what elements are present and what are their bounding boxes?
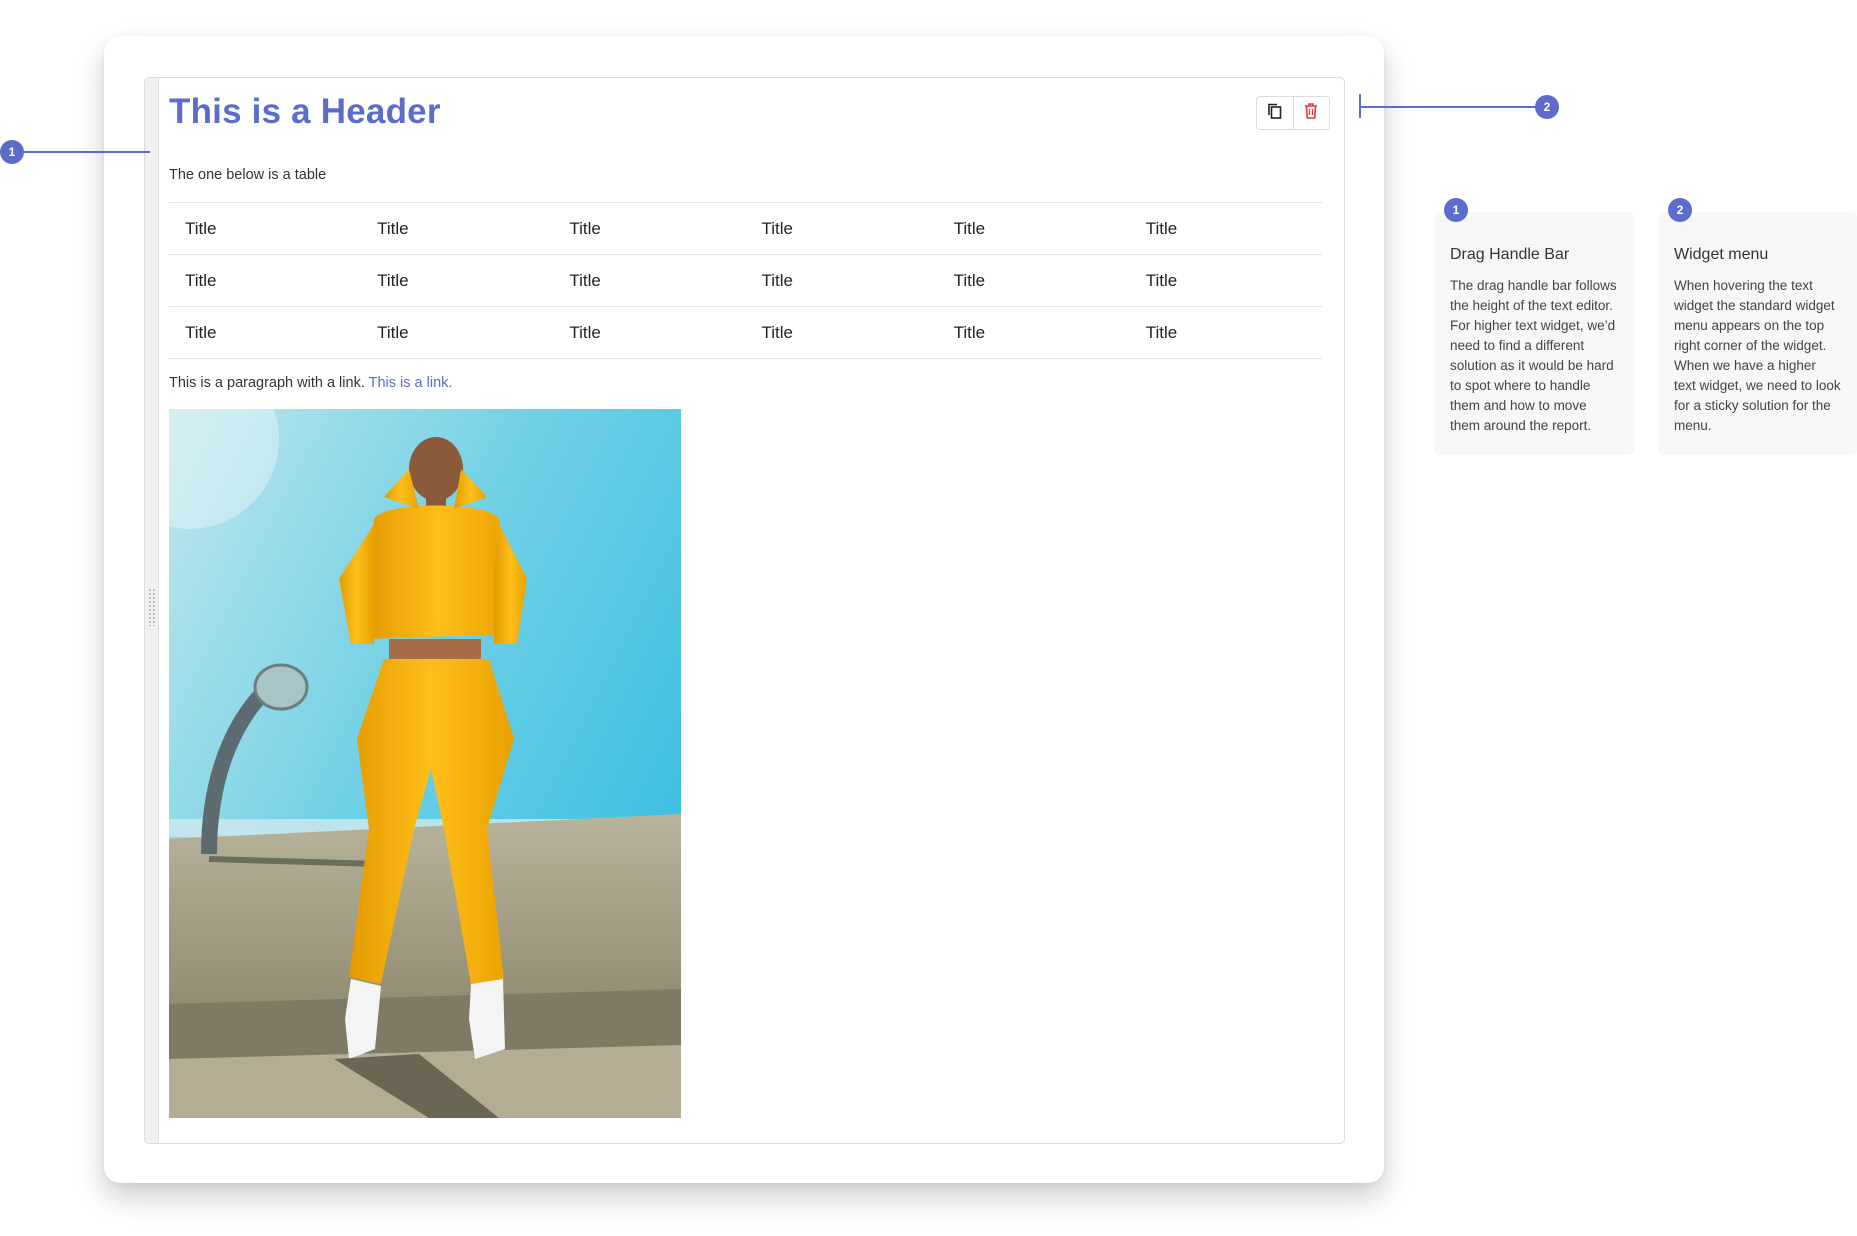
callout-badge-2: 2 xyxy=(1535,95,1559,119)
widget-header[interactable]: This is a Header xyxy=(169,92,441,132)
table-cell[interactable]: Title xyxy=(1129,306,1322,359)
table-cell[interactable]: Title xyxy=(745,254,938,307)
callout-badge-1: 1 xyxy=(0,140,24,164)
table-cell[interactable]: Title xyxy=(553,202,746,255)
table-row: Title Title Title Title Title Title xyxy=(169,306,1322,359)
callout-line-1 xyxy=(22,151,150,153)
table-cell[interactable]: Title xyxy=(169,306,362,359)
note-title: Drag Handle Bar xyxy=(1450,246,1570,263)
annotation-note-2: 2 Widget menu When hovering the text wid… xyxy=(1658,198,1857,455)
table-cell[interactable]: Title xyxy=(361,254,554,307)
table-cell[interactable]: Title xyxy=(1129,254,1322,307)
table-cell[interactable]: Title xyxy=(553,306,746,359)
table-cell[interactable]: Title xyxy=(361,202,554,255)
note-body: The drag handle bar follows the height o… xyxy=(1450,278,1617,433)
table-cell[interactable]: Title xyxy=(937,254,1130,307)
inline-link[interactable]: This is a link. xyxy=(369,375,453,391)
table-row: Title Title Title Title Title Title xyxy=(169,202,1322,255)
table-row: Title Title Title Title Title Title xyxy=(169,254,1322,307)
copy-button[interactable] xyxy=(1257,97,1293,129)
copy-icon xyxy=(1266,102,1284,125)
embedded-photo[interactable] xyxy=(169,409,681,1118)
table-cell[interactable]: Title xyxy=(553,254,746,307)
drag-handle-bar[interactable] xyxy=(145,78,159,1143)
paragraph-text: This is a paragraph with a link. xyxy=(169,375,365,391)
table-cell[interactable]: Title xyxy=(1129,202,1322,255)
paragraph-with-link[interactable]: This is a paragraph with a link. This is… xyxy=(169,375,452,391)
table-cell[interactable]: Title xyxy=(937,202,1130,255)
intro-text[interactable]: The one below is a table xyxy=(169,167,326,183)
content-table[interactable]: Title Title Title Title Title Title Titl… xyxy=(169,202,1322,359)
callout-line-2 xyxy=(1360,106,1536,108)
table-cell[interactable]: Title xyxy=(745,306,938,359)
note-badge-1: 1 xyxy=(1444,198,1468,222)
delete-button[interactable] xyxy=(1292,97,1329,129)
table-cell[interactable]: Title xyxy=(361,306,554,359)
table-cell[interactable]: Title xyxy=(169,254,362,307)
text-widget[interactable]: This is a Header The one below is a tabl xyxy=(144,77,1345,1144)
note-title: Widget menu xyxy=(1674,246,1769,263)
table-cell[interactable]: Title xyxy=(745,202,938,255)
widget-menu xyxy=(1256,96,1330,130)
table-cell[interactable]: Title xyxy=(169,202,362,255)
trash-icon xyxy=(1303,102,1319,125)
table-cell[interactable]: Title xyxy=(937,306,1130,359)
annotation-note-1: 1 Drag Handle Bar The drag handle bar fo… xyxy=(1434,198,1634,455)
note-badge-2: 2 xyxy=(1668,198,1692,222)
note-body: When hovering the text widget the standa… xyxy=(1674,278,1841,433)
drag-grip-icon[interactable] xyxy=(148,588,156,626)
